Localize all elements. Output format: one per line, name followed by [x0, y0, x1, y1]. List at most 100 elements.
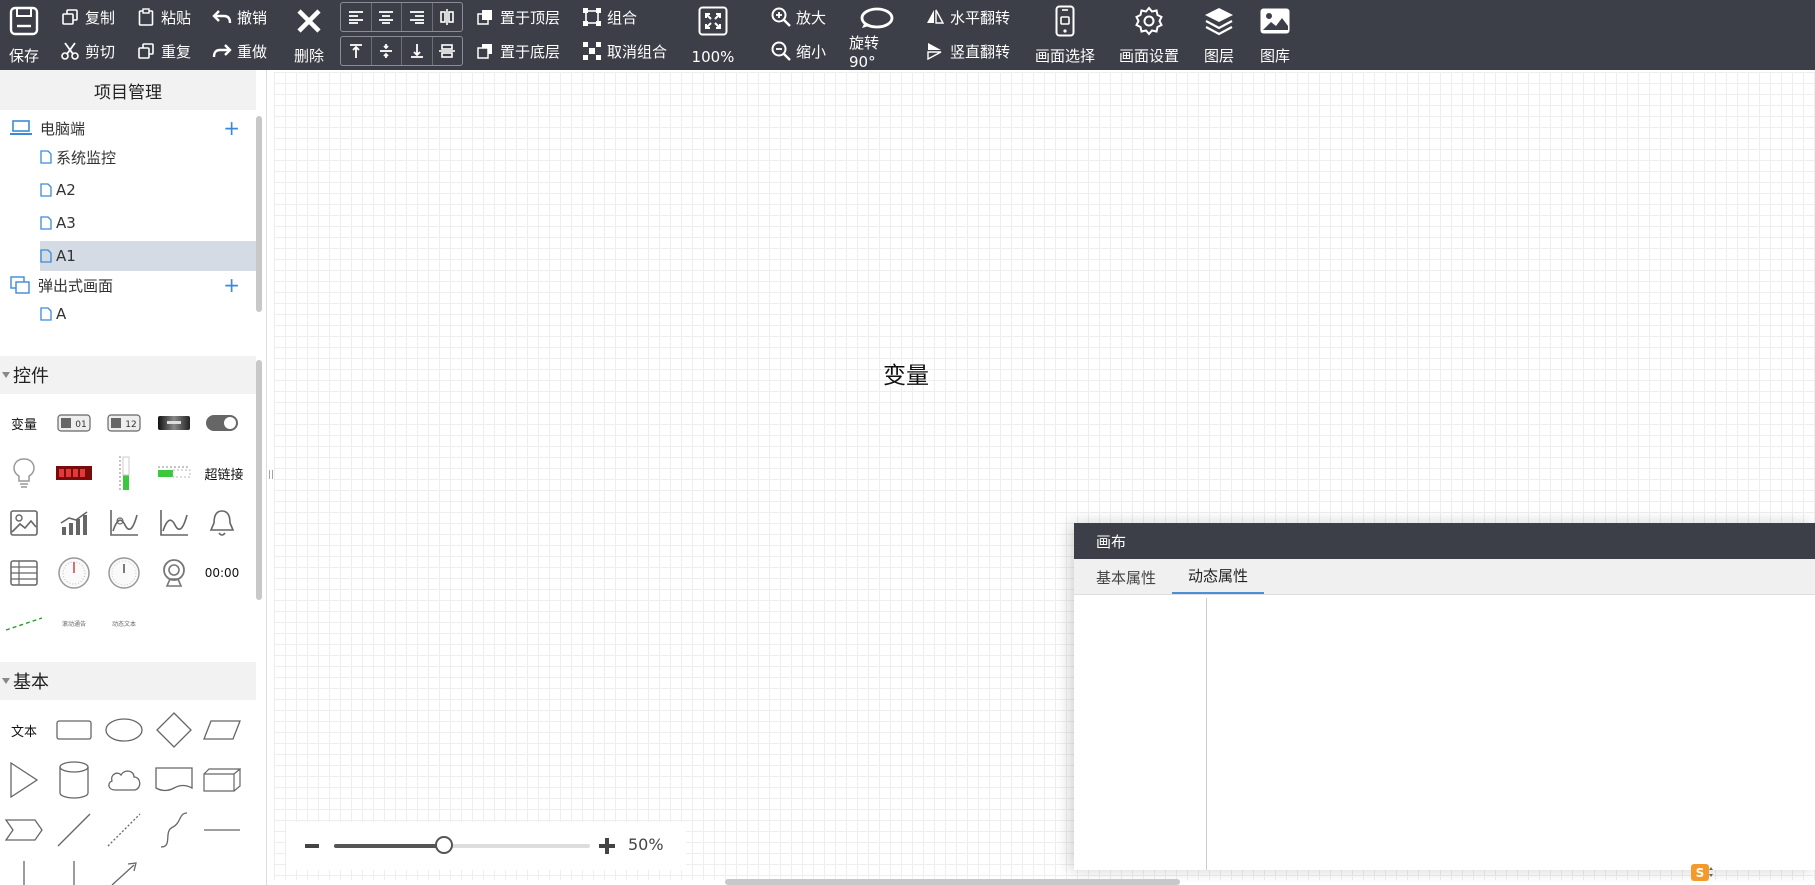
canvas-horizontal-scrollbar[interactable] [725, 879, 1180, 885]
zoom-slider-track[interactable] [334, 836, 590, 854]
paste-button[interactable]: 粘贴 [136, 4, 191, 30]
add-popup-button[interactable]: + [223, 275, 240, 295]
delete-button[interactable]: 删除 [291, 4, 327, 66]
widget-lamp[interactable] [2, 453, 46, 493]
align-middle-button[interactable] [372, 37, 402, 65]
distribute-vertical-icon [439, 44, 456, 58]
flip-vertical-button[interactable]: 竖直翻转 [925, 38, 1010, 64]
copy-button[interactable]: 复制 [60, 4, 115, 30]
cut-button[interactable]: 剪切 [60, 38, 115, 64]
zoom-fit-button[interactable]: 100% [690, 4, 736, 66]
group-button[interactable]: 组合 [582, 4, 637, 30]
flip-horizontal-button[interactable]: 水平翻转 [925, 4, 1010, 30]
widget-table[interactable] [2, 553, 46, 593]
widget-clock-text[interactable]: 00:00 [200, 553, 244, 593]
widget-camera[interactable] [152, 553, 196, 593]
widget-history-chart[interactable] [152, 503, 196, 543]
shape-dotted-line[interactable] [102, 810, 146, 850]
tree-page-system-monitor[interactable]: 系统监控 [40, 142, 256, 172]
shape-parallelogram[interactable] [200, 710, 244, 750]
zoom-in-slider-button[interactable] [598, 837, 616, 855]
align-center-button[interactable] [372, 3, 402, 31]
screen-settings-button[interactable]: 画面设置 [1117, 4, 1181, 66]
align-left-button[interactable] [341, 3, 372, 31]
widget-alarm[interactable] [200, 503, 244, 543]
controls-scrollbar[interactable] [256, 360, 262, 600]
shape-arrow[interactable] [102, 860, 146, 885]
zoom-out-button[interactable]: 缩小 [771, 38, 826, 64]
shape-line[interactable] [52, 810, 96, 850]
gallery-button[interactable]: 图库 [1257, 4, 1293, 66]
widget-image[interactable] [2, 503, 46, 543]
widget-scroll-notice[interactable]: 滚动通告 [52, 603, 96, 643]
tree-page-a[interactable]: A [40, 299, 256, 329]
widget-clock-dial[interactable] [102, 553, 146, 593]
shape-cloud[interactable] [102, 760, 146, 800]
shape-curve[interactable] [152, 810, 196, 850]
widget-dynamic-text[interactable]: 动态文本 [102, 603, 146, 643]
shape-chevron[interactable] [2, 810, 46, 850]
tree-group-desktop[interactable]: 电脑端 + [10, 113, 256, 143]
shape-triangle[interactable] [2, 760, 46, 800]
distribute-horizontal-button[interactable] [433, 3, 463, 31]
screen-select-button[interactable]: 画面选择 [1033, 4, 1097, 66]
widget-button[interactable] [152, 403, 196, 443]
tree-page-a2[interactable]: A2 [40, 175, 256, 205]
zoom-out-slider-button[interactable] [304, 840, 320, 852]
undo-button[interactable]: 撤销 [212, 4, 267, 30]
add-page-button[interactable]: + [223, 118, 240, 138]
widget-level-bar[interactable] [102, 453, 146, 493]
shape-rectangle[interactable] [52, 710, 96, 750]
widget-toggle-12[interactable]: 12 [102, 403, 146, 443]
shape-diamond[interactable] [152, 710, 196, 750]
save-button[interactable]: 保存 [6, 4, 42, 66]
widget-bar-chart[interactable] [52, 503, 96, 543]
redo-button[interactable]: 重做 [212, 38, 267, 64]
bring-to-top-label: 置于顶层 [500, 8, 561, 27]
widget-gauge[interactable] [52, 553, 96, 593]
align-top-button[interactable] [341, 37, 372, 65]
shape-text[interactable]: 文本 [2, 710, 46, 750]
input-method-icon[interactable]: S [1690, 862, 1714, 882]
zoom-in-label: 放大 [796, 8, 827, 27]
shape-cube[interactable] [200, 760, 244, 800]
canvas-variable-text[interactable]: 变量 [883, 356, 929, 390]
shape-vertical-line[interactable] [2, 860, 46, 885]
ungroup-button[interactable]: 取消组合 [582, 38, 667, 64]
widget-switch[interactable] [200, 403, 244, 443]
shape-document[interactable] [152, 760, 196, 800]
widget-dashed-line[interactable] [2, 603, 46, 643]
panel-column-divider[interactable] [1206, 598, 1207, 870]
shape-polyline[interactable] [52, 860, 96, 885]
widget-hyperlink[interactable]: 超链接 [200, 453, 248, 493]
zoom-slider-thumb[interactable] [435, 836, 453, 854]
distribute-vertical-button[interactable] [433, 37, 463, 65]
widget-toggle-01[interactable]: 01 [52, 403, 96, 443]
send-to-bottom-button[interactable]: 置于底层 [475, 38, 560, 64]
tab-basic-properties[interactable]: 基本属性 [1080, 567, 1172, 594]
tree-scrollbar[interactable] [256, 116, 262, 312]
zoom-in-button[interactable]: 放大 [771, 4, 826, 30]
align-right-button[interactable] [402, 3, 433, 31]
panel-header[interactable]: 画布 [1074, 523, 1815, 559]
widget-variable[interactable]: 变量 [2, 403, 46, 443]
align-right-icon [409, 11, 424, 24]
tab-dynamic-properties[interactable]: 动态属性 [1172, 565, 1265, 594]
rotate-button[interactable]: 旋转90° [849, 4, 905, 71]
layers-button[interactable]: 图层 [1201, 4, 1237, 66]
zoom-bar: 50% [286, 822, 686, 870]
shape-ellipse[interactable] [102, 710, 146, 750]
controls-section-header[interactable]: 控件 [0, 356, 256, 394]
repeat-button[interactable]: 重复 [136, 38, 191, 64]
tree-group-popup[interactable]: 弹出式画面 + [10, 270, 256, 300]
widget-progress-bar[interactable] [152, 453, 196, 493]
basic-section-header[interactable]: 基本 [0, 662, 256, 700]
widget-trend-chart[interactable] [102, 503, 146, 543]
tree-page-a3[interactable]: A3 [40, 208, 256, 238]
tree-page-a1[interactable]: A1 [40, 241, 256, 271]
bring-to-top-button[interactable]: 置于顶层 [475, 4, 560, 30]
widget-led-display[interactable] [52, 453, 96, 493]
shape-cylinder[interactable] [52, 760, 96, 800]
align-bottom-button[interactable] [402, 37, 433, 65]
shape-horizontal-line[interactable] [200, 810, 244, 850]
